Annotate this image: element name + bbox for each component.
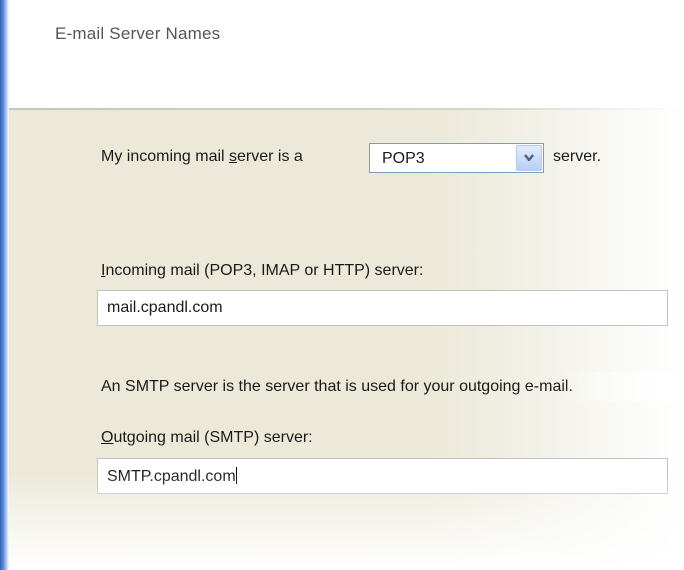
incoming-server-field[interactable]: mail.cpandl.com [97, 290, 668, 326]
outgoing-server-value: SMTP.cpandl.com [107, 468, 236, 485]
server-suffix-label: server. [553, 148, 602, 165]
page-title: E-mail Server Names [55, 24, 221, 43]
outgoing-server-field[interactable]: SMTP.cpandl.com [97, 458, 668, 494]
chevron-down-icon [524, 154, 534, 162]
incoming-server-value: mail.cpandl.com [107, 299, 223, 316]
description-fade [560, 372, 684, 402]
wizard-header: E-mail Server Names [9, 0, 684, 108]
incoming-type-label-accesskey: s [229, 148, 238, 165]
dropdown-button[interactable] [516, 145, 542, 171]
incoming-server-label-rest: ncoming mail (POP3, IMAP or HTTP) server… [105, 262, 424, 279]
smtp-description: An SMTP server is the server that is use… [101, 378, 573, 395]
outgoing-server-label-rest: utgoing mail (SMTP) server: [113, 429, 313, 446]
incoming-server-type-value: POP3 [382, 150, 425, 167]
incoming-type-label-prefix: My incoming mail [101, 148, 230, 165]
wizard-left-edge [0, 0, 9, 570]
outgoing-server-value-wrap: SMTP.cpandl.com [107, 467, 237, 486]
incoming-type-label-rest: erver is a [237, 148, 303, 165]
incoming-server-label: Incoming mail (POP3, IMAP or HTTP) serve… [101, 262, 423, 280]
text-caret [235, 467, 237, 484]
incoming-server-type-select[interactable]: POP3 [369, 143, 544, 173]
outgoing-server-label: Outgoing mail (SMTP) server: [101, 429, 313, 447]
outgoing-server-label-accesskey: O [101, 429, 114, 446]
wizard-body [9, 110, 684, 570]
incoming-type-label: My incoming mail server is a [101, 148, 303, 166]
